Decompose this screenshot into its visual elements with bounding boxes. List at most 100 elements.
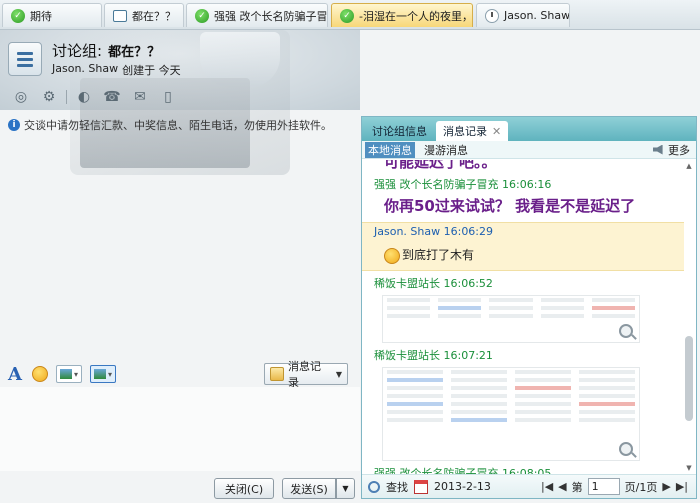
- chevron-down-icon: ▼: [335, 369, 342, 379]
- page-title: 讨论组: 都在？？: [52, 40, 160, 61]
- subtab-local[interactable]: 本地消息: [365, 141, 415, 158]
- message-time: 16:06:52: [443, 276, 493, 290]
- group-chat-icon: [113, 9, 127, 22]
- tab-label: 讨论组信息: [372, 125, 427, 138]
- message-history-panel: 讨论组信息 消息记录 ✕ 本地消息 漫游消息 更多 可能延迟了吧。。 强强 改个…: [361, 116, 697, 499]
- panel-tabs: 讨论组信息 消息记录 ✕: [362, 117, 696, 141]
- message-history-button[interactable]: 消息记录 ▼: [264, 360, 348, 389]
- emoji-icon: [384, 247, 400, 264]
- message-input[interactable]: [0, 387, 360, 471]
- tab-jason-shaw[interactable]: Jason. Shaw: [476, 3, 570, 27]
- more-button[interactable]: 更多: [653, 142, 690, 158]
- date-value[interactable]: 2013-2-13: [434, 480, 491, 493]
- group-avatar[interactable]: [8, 42, 42, 76]
- screenshot-icon: [93, 369, 106, 379]
- tab-label: 都在？？: [132, 9, 176, 23]
- close-icon[interactable]: ✕: [492, 125, 501, 138]
- next-page-icon[interactable]: ▶: [662, 480, 670, 493]
- group-name: 都在？？: [108, 45, 161, 60]
- mail-icon[interactable]: ✉: [129, 88, 151, 106]
- gear-icon[interactable]: ⚙: [38, 88, 60, 106]
- subtab-roaming[interactable]: 漫游消息: [421, 142, 471, 158]
- video-call-icon[interactable]: ◐: [73, 88, 95, 106]
- zoom-icon[interactable]: [619, 323, 633, 338]
- online-status-icon: ✓: [340, 8, 354, 23]
- tab-message-history[interactable]: 消息记录 ✕: [436, 121, 509, 141]
- message-sender[interactable]: 稀饭卡盟站长: [374, 349, 440, 362]
- tab-group-info[interactable]: 讨论组信息: [365, 121, 434, 141]
- first-page-icon[interactable]: |◀: [541, 480, 553, 493]
- zoom-icon[interactable]: [619, 441, 633, 456]
- clock-icon: [485, 8, 499, 23]
- scrollbar-thumb[interactable]: [685, 336, 693, 421]
- header-toolbar: ◎ ⚙ ◐ ☎ ✉ ▯: [10, 88, 179, 106]
- tab-group-chat[interactable]: 都在？？: [104, 3, 184, 27]
- screenshot-button[interactable]: ▾: [90, 365, 116, 383]
- message-header: Jason. Shaw 16:06:29: [362, 225, 684, 238]
- page-prefix: 第: [571, 480, 583, 494]
- history-label: 消息记录: [288, 360, 321, 389]
- message-sender[interactable]: 稀饭卡盟站长: [374, 277, 440, 290]
- compose-toolbar: A ▾ ▾: [6, 362, 116, 386]
- prev-page-icon[interactable]: ◀: [558, 480, 566, 493]
- page-input[interactable]: 1: [587, 478, 620, 495]
- message-text: 你再50过来试试？ 我看是不是延迟了: [384, 197, 636, 215]
- group-kind: 讨论组:: [52, 42, 103, 60]
- image-button[interactable]: ▾: [56, 365, 82, 383]
- tab-strip: ✓ 期待 都在？？ ✓ 强强 改个长名防骗子冒 ✓ -泪湿在一个人的夜里， Ja…: [0, 0, 700, 30]
- message-image[interactable]: [382, 366, 640, 461]
- group-meta: Jason. Shaw 创建于 今天: [52, 62, 181, 78]
- message-time: 16:06:29: [443, 225, 494, 238]
- scroll-down-icon[interactable]: ▼: [684, 463, 694, 473]
- pager: |◀ ◀ 第 1 页/1页 ▶ ▶|: [541, 478, 688, 495]
- info-icon: i: [8, 119, 20, 131]
- message-header: 稀饭卡盟站长 16:07:21: [362, 347, 684, 363]
- page-suffix: 页/1页: [624, 480, 658, 494]
- message-time: 16:07:21: [443, 348, 493, 362]
- message-text: 可能延迟了吧。。: [384, 160, 497, 171]
- security-notice: i 交谈中请勿轻信汇款、中奖信息、陌生电话，勿使用外挂软件。: [8, 117, 332, 133]
- list-item: 稀饭卡盟站长 16:07:21: [362, 347, 684, 461]
- creator-name[interactable]: Jason. Shaw: [52, 62, 118, 78]
- message-header: 稀饭卡盟站长 16:06:52: [362, 275, 684, 291]
- tab-label: 消息记录: [443, 125, 487, 138]
- emoji-icon[interactable]: [32, 366, 48, 382]
- online-status-icon: ✓: [195, 8, 209, 23]
- history-icon: [270, 367, 284, 381]
- history-source-tabs: 本地消息 漫游消息 更多: [362, 141, 696, 159]
- tab-qidai[interactable]: ✓ 期待: [2, 3, 102, 27]
- tab-label: Jason. Shaw: [504, 9, 570, 22]
- message-sender[interactable]: 强强 改个长名防骗子冒充: [374, 178, 499, 191]
- speaker-icon: [653, 144, 663, 155]
- tab-active-contact[interactable]: ✓ -泪湿在一个人的夜里，: [331, 3, 473, 27]
- list-item: 强强 改个长名防骗子冒充 16:06:16 你再50过来试试？ 我看是不是延迟了: [362, 176, 684, 216]
- message-header: 强强 改个长名防骗子冒充 16:06:16: [362, 176, 684, 192]
- close-button[interactable]: 关闭(C): [214, 478, 274, 499]
- send-button[interactable]: 发送(S): [282, 478, 336, 499]
- search-label[interactable]: 查找: [386, 479, 408, 495]
- voice-call-icon[interactable]: ☎: [101, 88, 123, 106]
- created-label: 创建于 今天: [122, 64, 181, 77]
- message-image[interactable]: [382, 294, 640, 343]
- scrollbar[interactable]: ▲ ▼: [684, 161, 694, 473]
- send-options-button[interactable]: ▼: [336, 478, 355, 499]
- chevron-down-icon: ▼: [342, 484, 349, 493]
- message-sender[interactable]: Jason. Shaw: [374, 225, 440, 238]
- calendar-icon[interactable]: [414, 479, 428, 494]
- search-icon[interactable]: [368, 480, 380, 493]
- message-text: 到底打了木有: [402, 248, 475, 262]
- message-list[interactable]: 可能延迟了吧。。 强强 改个长名防骗子冒充 16:06:16 你再50过来试试？…: [362, 160, 684, 476]
- toolbar-divider: [66, 90, 67, 104]
- list-item: Jason. Shaw 16:06:29 到底打了木有: [362, 222, 684, 271]
- scroll-up-icon[interactable]: ▲: [684, 161, 694, 171]
- list-item: 稀饭卡盟站长 16:06:52: [362, 275, 684, 343]
- file-transfer-icon[interactable]: ▯: [157, 88, 179, 106]
- notice-text: 交谈中请勿轻信汇款、中奖信息、陌生电话，勿使用外挂软件。: [24, 119, 332, 132]
- location-icon[interactable]: ◎: [10, 88, 32, 106]
- tab-qiangqiang[interactable]: ✓ 强强 改个长名防骗子冒: [186, 3, 328, 27]
- image-icon: [59, 369, 72, 379]
- tab-label: -泪湿在一个人的夜里，: [359, 9, 473, 23]
- last-page-icon[interactable]: ▶|: [676, 480, 688, 493]
- tab-label: 期待: [30, 9, 52, 23]
- font-icon[interactable]: A: [6, 364, 24, 385]
